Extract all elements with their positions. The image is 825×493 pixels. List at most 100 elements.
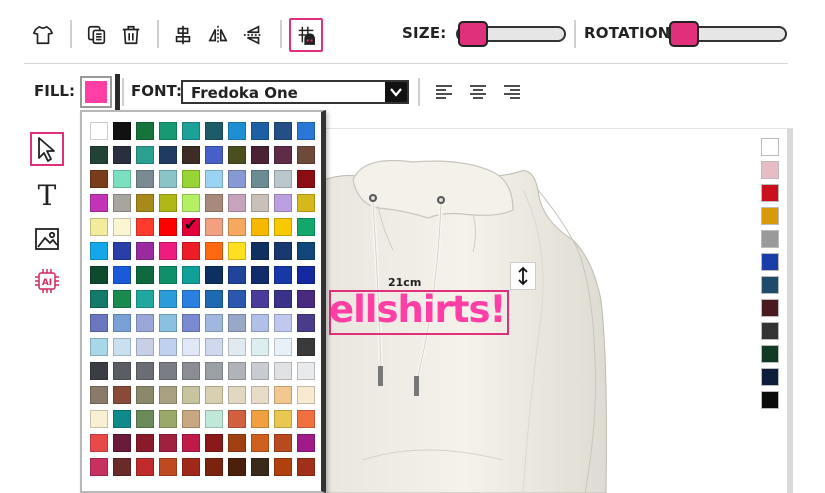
color-swatch[interactable]	[251, 338, 269, 356]
color-swatch[interactable]	[251, 218, 269, 236]
color-swatch[interactable]	[90, 266, 108, 284]
color-swatch[interactable]	[159, 146, 177, 164]
color-swatch[interactable]	[205, 410, 223, 428]
color-swatch[interactable]	[182, 122, 200, 140]
color-swatch[interactable]	[136, 242, 154, 260]
color-swatch[interactable]	[182, 266, 200, 284]
color-swatch[interactable]	[205, 266, 223, 284]
color-swatch[interactable]	[90, 434, 108, 452]
color-swatch[interactable]	[90, 386, 108, 404]
color-swatch[interactable]	[159, 218, 177, 236]
color-swatch[interactable]	[182, 170, 200, 188]
color-swatch[interactable]	[297, 194, 315, 212]
color-swatch[interactable]	[159, 362, 177, 380]
color-swatch[interactable]	[90, 242, 108, 260]
flip-vertical-icon[interactable]	[240, 22, 266, 48]
color-swatch[interactable]	[274, 122, 292, 140]
recent-color-swatch[interactable]	[761, 161, 779, 179]
color-swatch[interactable]	[113, 290, 131, 308]
rotation-slider[interactable]	[667, 21, 787, 47]
color-swatch[interactable]	[182, 194, 200, 212]
color-swatch[interactable]	[113, 146, 131, 164]
color-swatch[interactable]	[113, 122, 131, 140]
size-slider[interactable]	[456, 21, 566, 47]
color-swatch[interactable]	[297, 362, 315, 380]
color-swatch[interactable]	[182, 314, 200, 332]
color-swatch[interactable]	[297, 170, 315, 188]
color-swatch[interactable]	[90, 362, 108, 380]
color-swatch[interactable]	[274, 170, 292, 188]
color-swatch[interactable]	[251, 362, 269, 380]
color-swatch[interactable]	[136, 410, 154, 428]
color-swatch[interactable]	[205, 458, 223, 476]
color-swatch[interactable]	[90, 122, 108, 140]
color-swatch[interactable]	[159, 386, 177, 404]
color-swatch[interactable]	[251, 194, 269, 212]
color-swatch[interactable]	[274, 434, 292, 452]
design-text-element[interactable]: ellshirts!	[329, 290, 509, 335]
color-swatch[interactable]	[113, 386, 131, 404]
color-swatch[interactable]	[182, 290, 200, 308]
color-swatch[interactable]	[90, 338, 108, 356]
color-swatch[interactable]	[182, 458, 200, 476]
color-swatch[interactable]	[113, 170, 131, 188]
color-swatch[interactable]	[113, 434, 131, 452]
color-swatch[interactable]	[113, 218, 131, 236]
color-swatch[interactable]	[205, 362, 223, 380]
color-swatch[interactable]	[136, 314, 154, 332]
color-swatch[interactable]	[205, 434, 223, 452]
color-swatch[interactable]	[228, 218, 246, 236]
color-swatch[interactable]	[113, 338, 131, 356]
color-swatch[interactable]	[159, 290, 177, 308]
color-swatch[interactable]	[228, 434, 246, 452]
color-swatch[interactable]	[251, 314, 269, 332]
color-swatch[interactable]	[182, 434, 200, 452]
color-swatch[interactable]	[159, 194, 177, 212]
rotation-slider-handle[interactable]	[669, 21, 699, 47]
color-swatch[interactable]	[274, 218, 292, 236]
color-swatch[interactable]	[136, 218, 154, 236]
color-swatch[interactable]	[228, 146, 246, 164]
ai-tool-icon[interactable]: AI	[30, 264, 64, 298]
color-swatch[interactable]	[251, 242, 269, 260]
align-left-icon[interactable]	[434, 82, 454, 102]
color-swatch[interactable]	[182, 410, 200, 428]
color-swatch[interactable]	[90, 170, 108, 188]
resize-handle[interactable]	[510, 262, 536, 290]
color-swatch[interactable]	[205, 218, 223, 236]
color-swatch[interactable]	[297, 242, 315, 260]
color-swatch[interactable]	[205, 122, 223, 140]
color-swatch[interactable]	[274, 410, 292, 428]
color-swatch[interactable]	[205, 146, 223, 164]
color-swatch[interactable]	[251, 146, 269, 164]
color-swatch[interactable]	[274, 386, 292, 404]
color-swatch[interactable]: ✔	[182, 215, 200, 236]
color-swatch[interactable]	[182, 338, 200, 356]
color-swatch[interactable]	[274, 314, 292, 332]
color-swatch[interactable]	[251, 458, 269, 476]
color-swatch[interactable]	[297, 434, 315, 452]
color-swatch[interactable]	[228, 266, 246, 284]
color-swatch[interactable]	[274, 362, 292, 380]
recent-color-swatch[interactable]	[761, 368, 779, 386]
color-swatch[interactable]	[228, 314, 246, 332]
color-swatch[interactable]	[205, 314, 223, 332]
color-swatch[interactable]	[274, 266, 292, 284]
color-swatch[interactable]	[228, 122, 246, 140]
image-tool-icon[interactable]	[30, 222, 64, 256]
color-swatch[interactable]	[182, 146, 200, 164]
color-swatch[interactable]	[251, 386, 269, 404]
color-swatch[interactable]	[113, 458, 131, 476]
color-swatch[interactable]	[113, 362, 131, 380]
smart-grid-icon[interactable]	[289, 18, 323, 52]
color-swatch[interactable]	[136, 338, 154, 356]
color-swatch[interactable]	[113, 266, 131, 284]
color-swatch[interactable]	[136, 146, 154, 164]
color-swatch[interactable]	[159, 170, 177, 188]
tshirt-icon[interactable]	[30, 22, 56, 48]
recent-color-swatch[interactable]	[761, 138, 779, 156]
recent-color-swatch[interactable]	[761, 299, 779, 317]
color-swatch[interactable]	[136, 458, 154, 476]
color-swatch[interactable]	[136, 194, 154, 212]
flip-horizontal-icon[interactable]	[205, 22, 231, 48]
